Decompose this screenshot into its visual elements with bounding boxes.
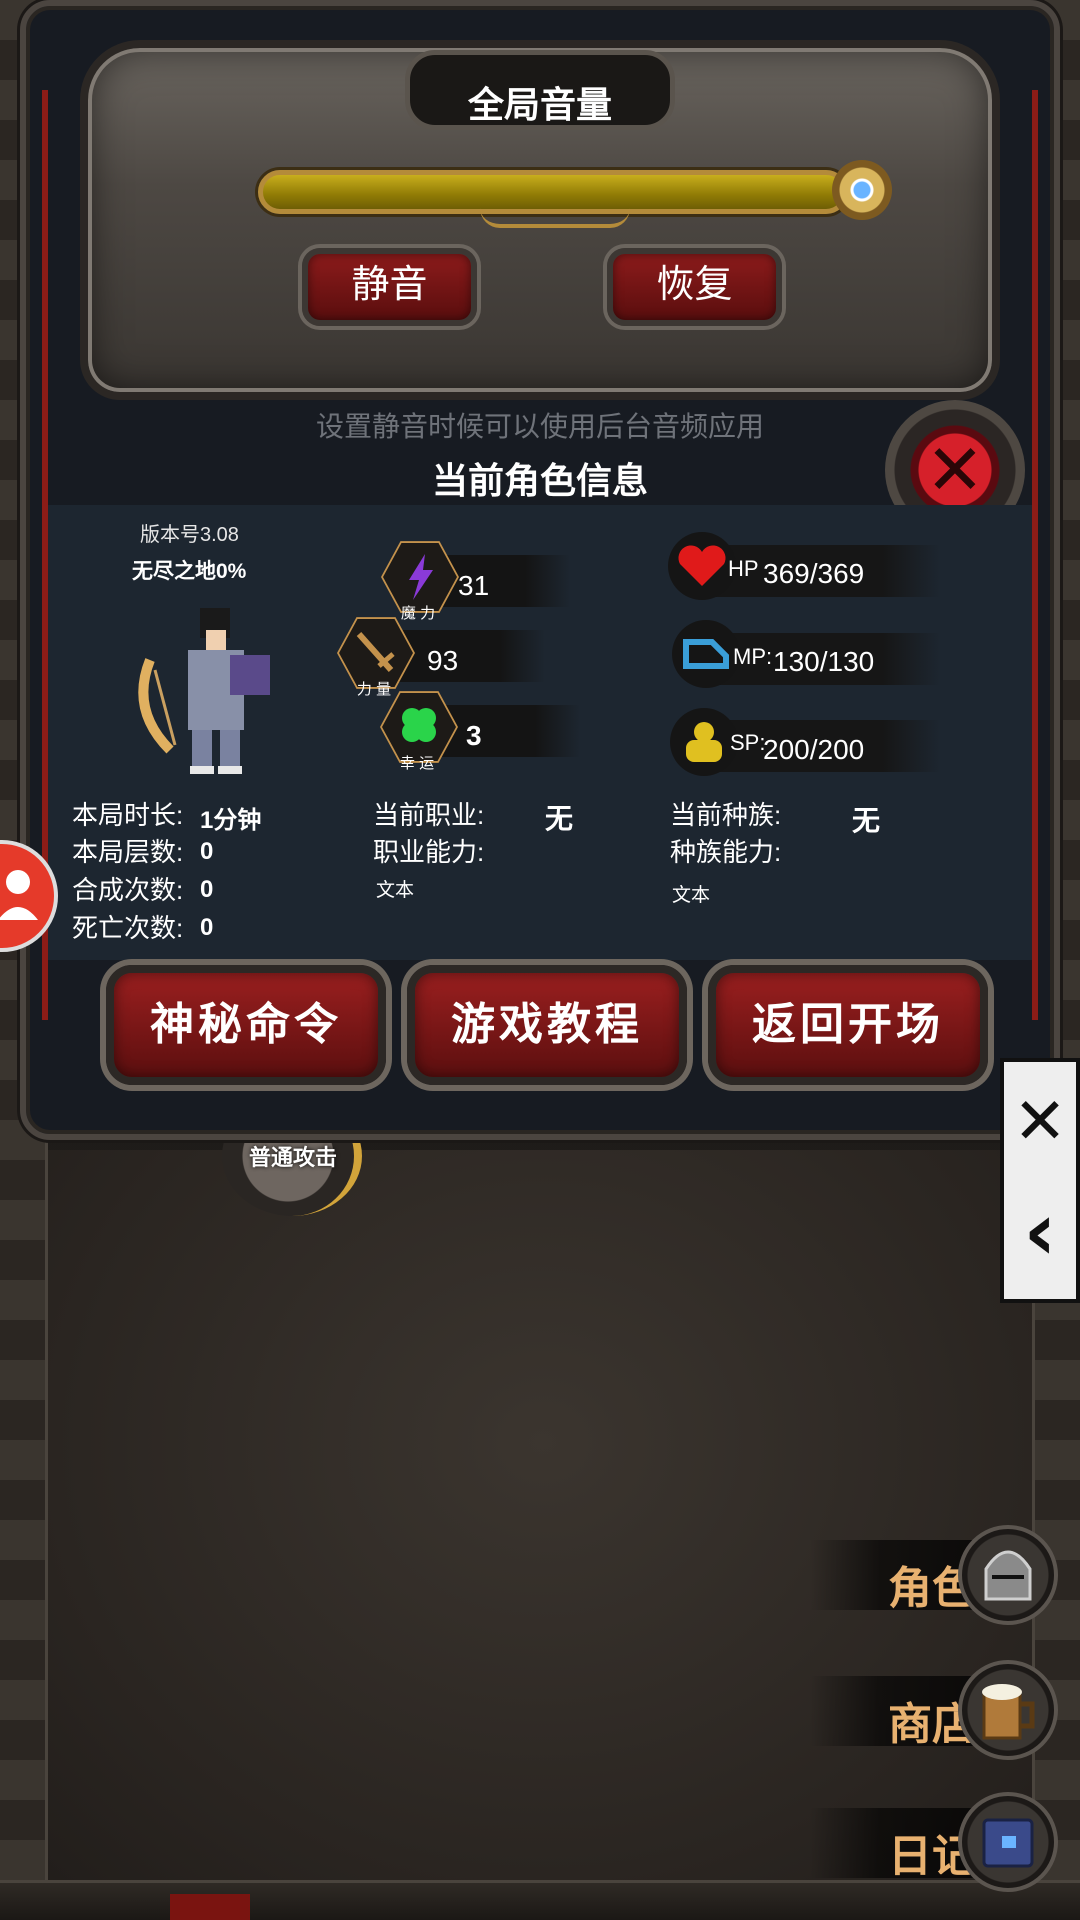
race-ability-text: 文本: [672, 885, 711, 906]
back-to-start-button[interactable]: 返回开场: [708, 965, 988, 1085]
floors-value: 0: [200, 838, 214, 865]
mp-value: 130/130: [773, 646, 875, 677]
sp-label: SP:: [730, 730, 766, 755]
heart-icon: [668, 532, 736, 600]
slider-ornament: [480, 208, 630, 228]
job-label: 当前职业:: [373, 800, 485, 830]
volume-slider-knob[interactable]: [832, 160, 892, 220]
race-value: 无: [852, 805, 881, 836]
mute-button[interactable]: 静音: [302, 248, 477, 326]
book-icon[interactable]: [958, 1792, 1058, 1892]
sp-value: 200/200: [763, 734, 865, 765]
bottom-frame-border: [0, 1880, 1080, 1920]
dialog-red-trim-right: [1032, 90, 1038, 1020]
luck-value: 3: [466, 720, 482, 751]
tutorial-button[interactable]: 游戏教程: [407, 965, 687, 1085]
duration-label: 本局时长:: [72, 800, 184, 830]
normal-attack-label: 普通攻击: [248, 1145, 337, 1170]
race-ability-label: 种族能力:: [670, 837, 782, 867]
race-label: 当前种族:: [670, 800, 782, 830]
job-value: 无: [545, 803, 574, 834]
deaths-label: 死亡次数:: [72, 913, 184, 943]
person-icon: [0, 870, 38, 920]
synth-value: 0: [200, 876, 214, 903]
strength-stat-bar: [395, 630, 545, 682]
muscle-icon: [670, 708, 738, 776]
battle-area: [48, 1150, 1038, 1880]
hp-value: 369/369: [763, 558, 865, 589]
duration-value: 1分钟: [200, 807, 262, 834]
version-label: 版本号3.08: [140, 524, 239, 546]
job-ability-text: 文本: [376, 880, 415, 901]
volume-title: 全局音量: [467, 84, 612, 125]
beer-mug-icon[interactable]: [958, 1660, 1058, 1760]
realm-progress-label: 无尽之地0%: [132, 560, 247, 583]
luck-caption: 幸 运: [399, 755, 435, 772]
overlay-close-icon[interactable]: ✕: [1000, 1085, 1080, 1159]
synth-label: 合成次数:: [72, 875, 184, 905]
hero-sprite: [138, 608, 270, 774]
deaths-value: 0: [200, 914, 214, 941]
restore-button[interactable]: 恢复: [607, 248, 782, 326]
character-info-title: 当前角色信息: [431, 460, 648, 501]
floors-label: 本局层数:: [72, 837, 184, 867]
hp-label: HP: [728, 556, 759, 581]
overlay-back-icon[interactable]: ‹: [1000, 1185, 1080, 1278]
strength-value: 93: [427, 645, 459, 676]
job-ability-label: 职业能力:: [373, 837, 485, 867]
profile-side-tab[interactable]: [0, 840, 58, 952]
mp-label: MP:: [733, 644, 773, 669]
bottom-red-accent: [170, 1894, 250, 1920]
helmet-icon[interactable]: [958, 1525, 1058, 1625]
magic-value: 31: [458, 570, 490, 601]
secret-command-button[interactable]: 神秘命令: [106, 965, 386, 1085]
blue-shoe-icon: [672, 620, 740, 688]
